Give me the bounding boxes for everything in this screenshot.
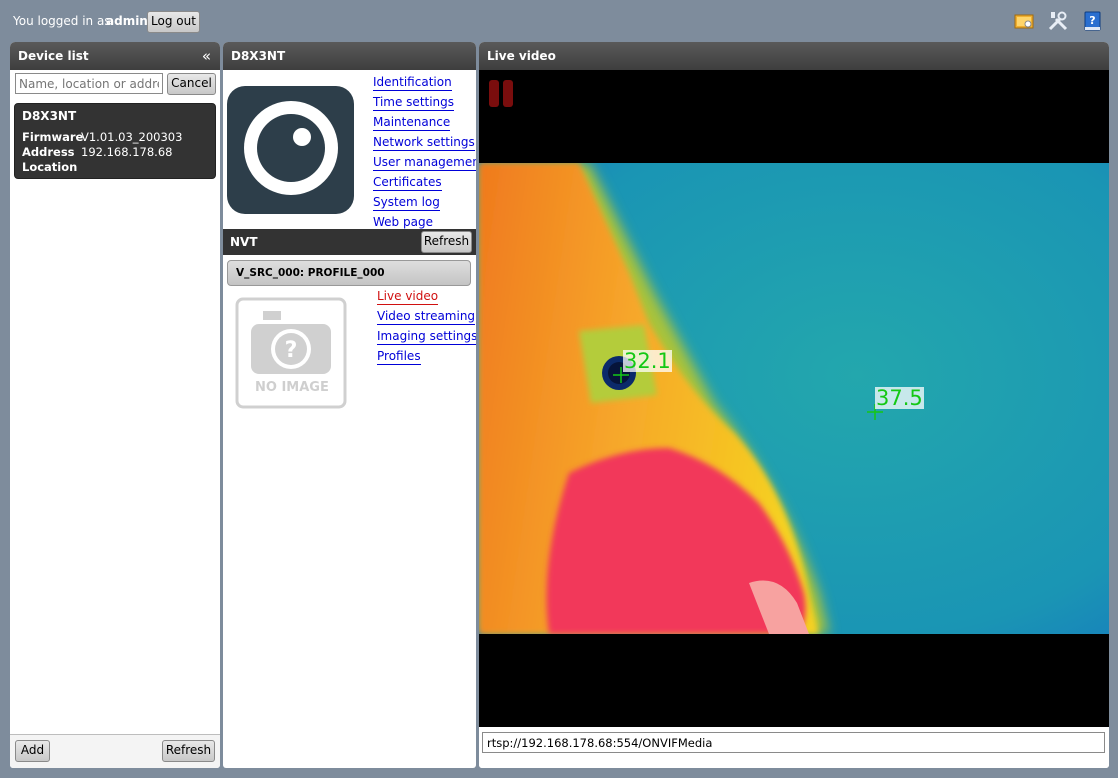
device-list-footer: Add Refresh	[10, 734, 220, 768]
live-video-link[interactable]: Live video	[377, 289, 439, 305]
nvt-refresh-button[interactable]: Refresh	[421, 231, 472, 253]
device-search-input[interactable]	[15, 73, 163, 94]
device-detail-title: D8X3NT	[231, 49, 286, 63]
device-menu: Identification Time settings Maintenance…	[373, 75, 476, 235]
menu-system-log-link[interactable]: System log	[373, 195, 440, 211]
menu-certificates-link[interactable]: Certificates	[373, 175, 442, 191]
menu-maintenance-link[interactable]: Maintenance	[373, 115, 451, 131]
temperature-readout: 32.1	[623, 349, 672, 373]
nvt-header: NVT Refresh	[223, 229, 476, 255]
temperature-readout: 37.5	[875, 386, 924, 410]
live-video-panel: Live video 32.1 37.5 rtsp://192.168.178.…	[479, 42, 1109, 768]
firmware-value: V1.01.03_200303	[81, 130, 183, 144]
firmware-row: Firmware V1.01.03_200303	[22, 130, 208, 145]
svg-text:?: ?	[1089, 14, 1095, 27]
top-bar: You logged in as admin Log out ?	[0, 0, 1118, 42]
svg-text:?: ?	[285, 338, 298, 363]
collapse-panel-icon[interactable]: «	[202, 42, 211, 70]
device-list-header: Device list «	[10, 42, 220, 70]
menu-network-settings-link[interactable]: Network settings	[373, 135, 475, 151]
video-streaming-link[interactable]: Video streaming	[377, 309, 476, 325]
tools-icon[interactable]	[1047, 10, 1069, 32]
wallpaper-icon[interactable]	[1013, 10, 1035, 32]
no-image-text: NO IMAGE	[255, 380, 329, 395]
device-list-title: Device list	[18, 49, 89, 63]
camera-logo-icon	[227, 86, 354, 214]
refresh-devices-button[interactable]: Refresh	[162, 740, 215, 762]
live-video-title: Live video	[487, 49, 556, 63]
profile-links: Live video Video streaming Imaging setti…	[377, 289, 476, 369]
stream-url-bar	[479, 727, 1109, 768]
video-viewport[interactable]: 32.1 37.5	[479, 70, 1109, 727]
pause-icon[interactable]	[489, 80, 514, 107]
menu-identification-link[interactable]: Identification	[373, 75, 452, 91]
menu-time-settings-link[interactable]: Time settings	[373, 95, 455, 111]
login-status-text: You logged in as	[13, 14, 111, 28]
address-label: Address	[22, 145, 75, 159]
address-value: 192.168.178.68	[81, 145, 173, 159]
nvt-title: NVT	[230, 235, 258, 249]
address-row: Address 192.168.178.68	[22, 145, 208, 160]
thermal-image	[479, 163, 1109, 634]
firmware-label: Firmware	[22, 130, 84, 144]
help-book-icon[interactable]: ?	[1081, 10, 1103, 32]
device-detail-panel: D8X3NT Identification Time settings Main…	[223, 42, 476, 768]
profile-header[interactable]: V_SRC_000: PROFILE_000	[227, 260, 471, 286]
location-label: Location	[22, 160, 78, 174]
device-detail-header: D8X3NT	[223, 42, 476, 70]
profiles-link[interactable]: Profiles	[377, 349, 421, 365]
device-name: D8X3NT	[22, 109, 77, 123]
live-video-header: Live video	[479, 42, 1109, 70]
stream-url-input[interactable]	[482, 732, 1105, 753]
device-card[interactable]: D8X3NT Firmware V1.01.03_200303 Address …	[14, 103, 216, 179]
location-row: Location	[22, 160, 208, 175]
logged-in-username: admin	[106, 14, 148, 28]
cancel-search-button[interactable]: Cancel	[167, 73, 216, 95]
logout-button[interactable]: Log out	[147, 11, 200, 33]
imaging-settings-link[interactable]: Imaging settings	[377, 329, 476, 345]
menu-user-management-link[interactable]: User management	[373, 155, 476, 171]
device-list-panel: Device list « Cancel D8X3NT Firmware V1.…	[10, 42, 220, 768]
add-device-button[interactable]: Add	[15, 740, 50, 762]
